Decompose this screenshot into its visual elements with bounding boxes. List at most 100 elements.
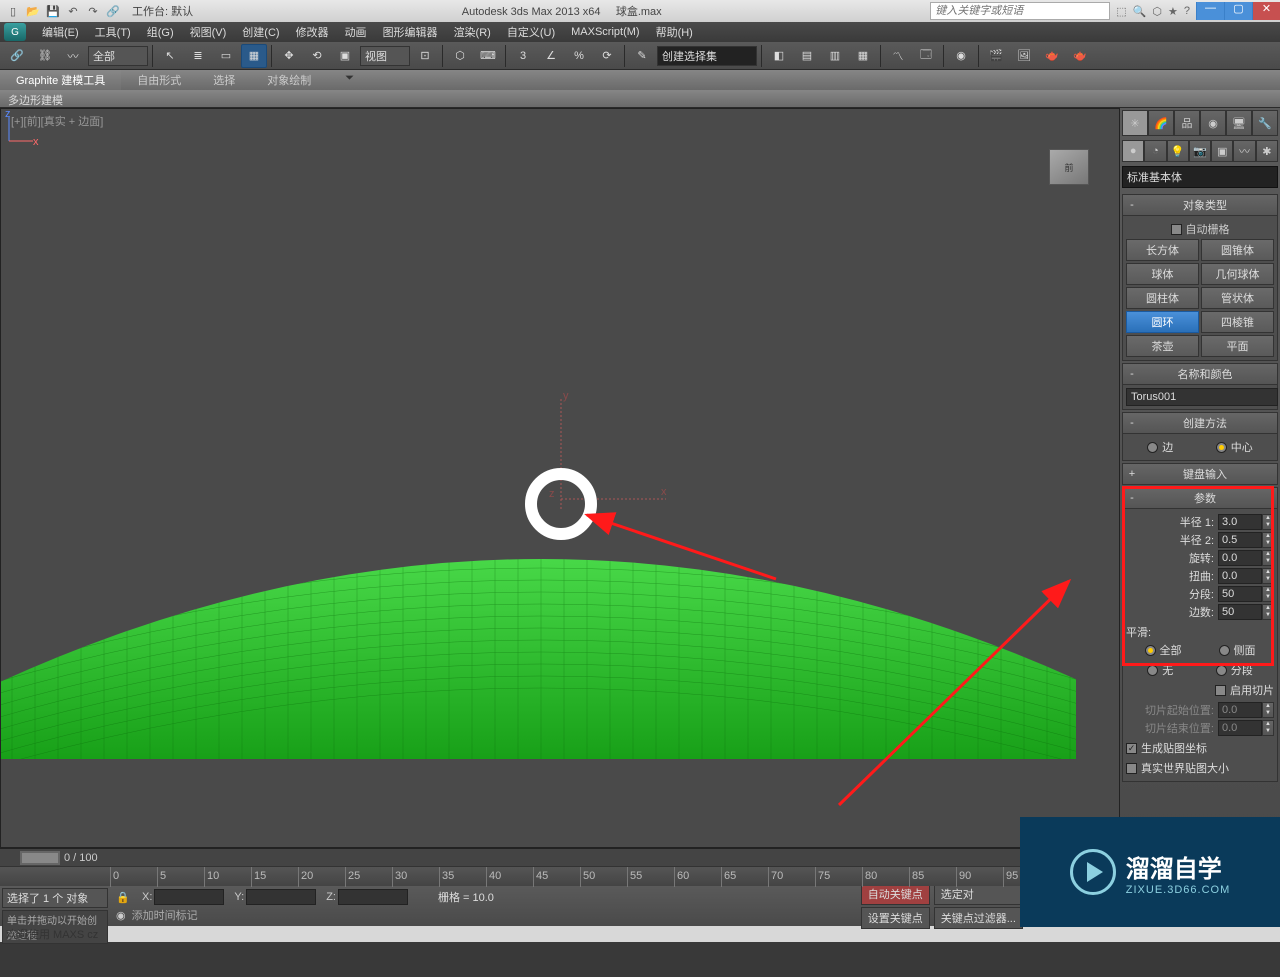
sliceon-checkbox[interactable] (1215, 685, 1226, 696)
sides-spinner[interactable]: ▲▼ (1218, 604, 1274, 620)
rollout-creation-method[interactable]: -创建方法 (1122, 412, 1278, 434)
smooth-all-radio[interactable]: 全部 (1145, 642, 1182, 658)
realworld-checkbox[interactable] (1126, 763, 1137, 774)
mirror-icon[interactable]: ◧ (766, 44, 792, 68)
infocenter-icon[interactable]: ⬚ (1116, 5, 1126, 18)
spinner-snap-icon[interactable]: ⟳ (594, 44, 620, 68)
utilities-tab-icon[interactable]: 🔧 (1252, 110, 1278, 136)
menu-customize[interactable]: 自定义(U) (499, 24, 563, 40)
timetag-icon[interactable]: ◉ (116, 909, 126, 922)
lock-selection-icon[interactable]: 🔒 (116, 891, 132, 904)
save-icon[interactable]: 💾 (44, 2, 62, 20)
plane-button[interactable]: 平面 (1201, 335, 1274, 357)
select-region-icon[interactable]: ▭ (213, 44, 239, 68)
x-coord-input[interactable] (154, 889, 224, 905)
autogrid-checkbox[interactable] (1171, 224, 1182, 235)
close-button[interactable]: ✕ (1252, 2, 1280, 20)
viewcube[interactable]: 前 (1049, 149, 1089, 185)
percent-snap-icon[interactable]: % (566, 44, 592, 68)
menu-tools[interactable]: 工具(T) (87, 24, 139, 40)
viewport-front[interactable]: [+][前][真实 + 边面] y (0, 108, 1120, 848)
systems-subtab-icon[interactable]: ✱ (1256, 140, 1278, 162)
link-icon[interactable]: 🔗 (104, 2, 122, 20)
add-time-tag[interactable]: 添加时间标记 (132, 907, 198, 923)
ribbon-tab-objpaint[interactable]: 对象绘制 (251, 70, 327, 90)
ribbon-expand-icon[interactable]: ⏷ (337, 70, 362, 90)
reference-coord-dropdown[interactable]: 视图 (360, 46, 410, 66)
edit-named-sel-icon[interactable]: ✎ (629, 44, 655, 68)
rotate-icon[interactable]: ⟲ (304, 44, 330, 68)
shapes-subtab-icon[interactable]: ◔ (1144, 140, 1166, 162)
select-by-name-icon[interactable]: ≣ (185, 44, 211, 68)
geosphere-button[interactable]: 几何球体 (1201, 263, 1274, 285)
rotation-spinner[interactable]: ▲▼ (1218, 550, 1274, 566)
lights-subtab-icon[interactable]: 💡 (1167, 140, 1189, 162)
menu-group[interactable]: 组(G) (139, 24, 182, 40)
angle-snap-icon[interactable]: ∠ (538, 44, 564, 68)
menu-edit[interactable]: 编辑(E) (34, 24, 87, 40)
cameras-subtab-icon[interactable]: 📷 (1189, 140, 1211, 162)
menu-animation[interactable]: 动画 (337, 24, 375, 40)
segments-spinner[interactable]: ▲▼ (1218, 586, 1274, 602)
search-input[interactable] (930, 2, 1110, 20)
ribbon-tab-freeform[interactable]: 自由形式 (121, 70, 197, 90)
geometry-subtab-icon[interactable]: ● (1122, 140, 1144, 162)
render-iterative-icon[interactable]: 🫖 (1067, 44, 1093, 68)
cylinder-button[interactable]: 圆柱体 (1126, 287, 1199, 309)
minimize-button[interactable]: — (1196, 2, 1224, 20)
teapot-button[interactable]: 茶壶 (1126, 335, 1199, 357)
subscription-icon[interactable]: ⬡ (1152, 5, 1162, 18)
rendered-frame-icon[interactable]: 🖼 (1011, 44, 1037, 68)
y-coord-input[interactable] (246, 889, 316, 905)
graphite-toggle-icon[interactable]: ▦ (850, 44, 876, 68)
render-setup-icon[interactable]: 🎬 (983, 44, 1009, 68)
modify-tab-icon[interactable]: 🌈 (1148, 110, 1174, 136)
creation-center-radio[interactable]: 中心 (1216, 439, 1253, 455)
move-icon[interactable]: ✥ (276, 44, 302, 68)
rollout-parameters[interactable]: -参数 (1122, 487, 1278, 509)
cone-button[interactable]: 圆锥体 (1201, 239, 1274, 261)
menu-grapheditors[interactable]: 图形编辑器 (375, 24, 446, 40)
open-icon[interactable]: 📂 (24, 2, 42, 20)
named-selection-dropdown[interactable]: 创建选择集 (657, 46, 757, 66)
maximize-button[interactable]: ▢ (1224, 2, 1252, 20)
help-icon[interactable]: ? (1184, 5, 1190, 17)
align-icon[interactable]: ▤ (794, 44, 820, 68)
selection-filter-dropdown[interactable]: 全部 (88, 46, 148, 66)
material-editor-icon[interactable]: ◉ (948, 44, 974, 68)
genmap-checkbox[interactable] (1126, 743, 1137, 754)
menu-create[interactable]: 创建(C) (234, 24, 287, 40)
link-icon[interactable]: 🔗 (4, 44, 30, 68)
scale-icon[interactable]: ▣ (332, 44, 358, 68)
ribbon-tab-selection[interactable]: 选择 (197, 70, 251, 90)
layer-manager-icon[interactable]: ▥ (822, 44, 848, 68)
box-button[interactable]: 长方体 (1126, 239, 1199, 261)
use-pivot-center-icon[interactable]: ⊡ (412, 44, 438, 68)
menu-maxscript[interactable]: MAXScript(M) (563, 26, 647, 38)
snap-toggle-icon[interactable]: 3 (510, 44, 536, 68)
smooth-side-radio[interactable]: 侧面 (1219, 642, 1256, 658)
undo-icon[interactable]: ↶ (64, 2, 82, 20)
menu-help[interactable]: 帮助(H) (648, 24, 701, 40)
search-icon[interactable]: 🔍 (1133, 5, 1147, 18)
manipulate-icon[interactable]: ⬡ (447, 44, 473, 68)
unlink-icon[interactable]: ⛓ (32, 44, 58, 68)
motion-tab-icon[interactable]: ◉ (1200, 110, 1226, 136)
z-coord-input[interactable] (338, 889, 408, 905)
pyramid-button[interactable]: 四棱锥 (1201, 311, 1274, 333)
smooth-none-radio[interactable]: 无 (1147, 662, 1173, 678)
app-menu-icon[interactable]: G (4, 23, 26, 41)
smooth-seg-radio[interactable]: 分段 (1216, 662, 1253, 678)
radius1-spinner[interactable]: ▲▼ (1218, 514, 1274, 530)
poly-modeling-panel[interactable]: 多边形建模 (0, 90, 1280, 108)
window-crossing-icon[interactable]: ▦ (241, 44, 267, 68)
menu-views[interactable]: 视图(V) (182, 24, 235, 40)
twist-spinner[interactable]: ▲▼ (1218, 568, 1274, 584)
maxscript-listener[interactable]: 欢迎使用 MAXS cz (0, 926, 1280, 942)
creation-edge-radio[interactable]: 边 (1147, 439, 1173, 455)
rollout-name-color[interactable]: -名称和颜色 (1122, 363, 1278, 385)
object-name-input[interactable] (1126, 388, 1278, 406)
category-dropdown[interactable]: 标准基本体 (1122, 166, 1278, 188)
spacewarps-subtab-icon[interactable]: 〰 (1233, 140, 1255, 162)
workspace-label[interactable]: 工作台: 默认 (132, 3, 193, 19)
